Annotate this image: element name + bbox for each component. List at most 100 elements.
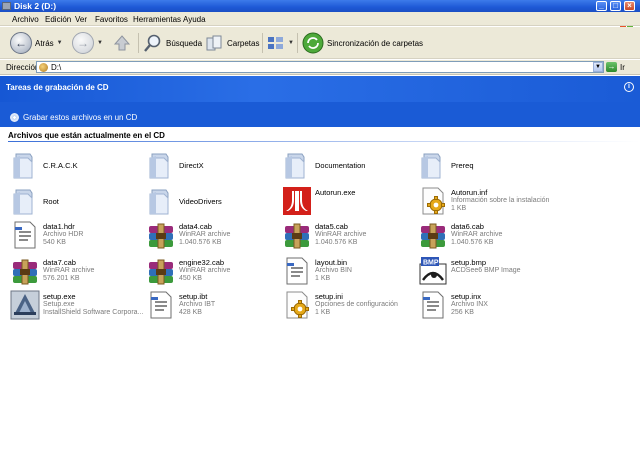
folder-item[interactable]: VideoDrivers [146, 186, 282, 218]
item-name: Prereq [451, 161, 474, 170]
item-type: Archivo INX [451, 301, 488, 308]
item-name: engine32.cab [179, 258, 225, 267]
views-button[interactable]: ▼ [267, 31, 294, 55]
file-item[interactable]: data4.cab WinRAR archive 1.040.576 KB [146, 220, 282, 252]
svg-text:BMP: BMP [423, 260, 439, 267]
sync-icon [302, 32, 324, 54]
file-item[interactable]: data1.hdr Archivo HDR 540 KB [10, 220, 146, 252]
item-name: Documentation [315, 161, 366, 170]
item-name: data1.hdr [43, 222, 75, 231]
menu-favoritos[interactable]: Favoritos [95, 15, 128, 24]
item-detail: 428 KB [179, 309, 202, 316]
folder-sync-button[interactable]: Sincronización de carpetas [302, 31, 423, 55]
back-button[interactable]: ← Atrás ▼ [10, 31, 63, 55]
file-item[interactable]: setup.exe Setup.exe InstallShield Software… [10, 290, 146, 322]
file-item[interactable]: setup.ibt Archivo IBT 428 KB [146, 290, 282, 322]
file-item[interactable]: BMP setup.bmp ACDSee6 BMP Image [418, 256, 554, 288]
folder-item[interactable]: C.R.A.C.K [10, 150, 146, 182]
winrar-icon [10, 256, 40, 286]
address-input[interactable]: D:\ [36, 61, 604, 73]
folder-item[interactable]: Root [10, 186, 146, 218]
item-type: Archivo BIN [315, 267, 352, 274]
close-button[interactable]: × [624, 1, 635, 11]
item-type: WinRAR archive [43, 267, 95, 274]
menu-herramientas[interactable]: Herramientas [133, 15, 181, 24]
item-name: Root [43, 197, 59, 206]
file-item[interactable]: data6.cab WinRAR archive 1.040.576 KB [418, 220, 554, 252]
folder-item[interactable]: Documentation [282, 150, 418, 182]
folders-icon [206, 35, 222, 51]
item-detail: 1 KB [451, 205, 467, 212]
search-label: Búsqueda [166, 38, 203, 48]
menu-ayuda[interactable]: Ayuda [183, 15, 206, 24]
ibt-file-icon [146, 290, 176, 320]
item-detail: 1.040.576 KB [315, 239, 358, 246]
bmp-image-icon: BMP [418, 256, 448, 286]
address-dropdown-button[interactable]: ▼ [593, 62, 603, 72]
toolbar: ← Atrás ▼ → ▼ Búsqueda Carpetas ▼ Sincro… [0, 27, 640, 59]
item-detail: 540 KB [43, 239, 66, 246]
folder-icon [10, 186, 40, 216]
bin-file-icon [282, 256, 312, 286]
file-item[interactable]: data7.cab WinRAR archive 576.201 KB [10, 256, 146, 288]
back-arrow-icon: ← [10, 32, 32, 54]
item-detail: 1 KB [315, 309, 331, 316]
drive-icon [2, 2, 11, 10]
menu-edicion[interactable]: Edición [45, 15, 71, 24]
folder-icon [146, 150, 176, 180]
item-name: setup.ini [315, 292, 343, 301]
file-item[interactable]: Autorun.exe [282, 186, 418, 218]
menu-ver[interactable]: Ver [75, 15, 87, 24]
chevron-down-icon[interactable]: ▼ [57, 40, 63, 46]
title-bar[interactable]: Disk 2 (D:) _ □ × [0, 0, 640, 12]
files-section-title: Archivos que están actualmente en el CD [8, 131, 165, 140]
minimize-button[interactable]: _ [596, 1, 607, 11]
config-file-icon [418, 186, 448, 216]
forward-arrow-icon: → [72, 32, 94, 54]
file-item[interactable]: data5.cab WinRAR archive 1.040.576 KB [282, 220, 418, 252]
burn-cd-label: Grabar estos archivos en un CD [23, 113, 138, 122]
item-name: data7.cab [43, 258, 76, 267]
cd-tasks-header: Tareas de grabación de CD i [0, 76, 640, 102]
go-arrow-icon[interactable]: → [606, 62, 617, 72]
item-name: DirectX [179, 161, 204, 170]
item-type: WinRAR archive [179, 267, 231, 274]
file-item[interactable]: setup.inx Archivo INX 256 KB [418, 290, 554, 322]
maximize-button[interactable]: □ [610, 1, 621, 11]
item-type: Archivo IBT [179, 301, 216, 308]
address-value: D:\ [51, 63, 62, 72]
chevron-down-icon[interactable]: ▼ [97, 40, 103, 46]
item-name: data5.cab [315, 222, 348, 231]
chevron-down-icon[interactable]: ▼ [288, 40, 294, 46]
item-name: layout.bin [315, 258, 348, 267]
file-item[interactable]: engine32.cab WinRAR archive 450 KB [146, 256, 282, 288]
winrar-icon [146, 220, 176, 250]
folder-item[interactable]: DirectX [146, 150, 282, 182]
item-type: Información sobre la instalación [451, 197, 550, 204]
forward-button[interactable]: → ▼ [72, 31, 103, 55]
item-detail: 1 KB [315, 275, 331, 282]
info-icon[interactable]: i [624, 82, 634, 92]
folder-up-icon [113, 35, 131, 51]
file-item[interactable]: Autorun.inf Información sobre la instalac… [418, 186, 554, 218]
settings-file-icon [282, 290, 312, 320]
burn-cd-task[interactable]: Grabar estos archivos en un CD [10, 113, 137, 122]
folder-item[interactable]: Prereq [418, 150, 554, 182]
winrar-icon [418, 220, 448, 250]
go-button[interactable]: Ir [620, 63, 625, 72]
hdr-file-icon [10, 220, 40, 250]
folder-icon [282, 150, 312, 180]
menu-archivo[interactable]: Archivo [12, 15, 39, 24]
file-item[interactable]: layout.bin Archivo BIN 1 KB [282, 256, 418, 288]
views-icon [268, 37, 283, 49]
address-bar: Dirección D:\ ▼ → Ir [0, 60, 640, 75]
up-button[interactable] [112, 31, 132, 55]
item-name: C.R.A.C.K [43, 161, 78, 170]
folder-icon [146, 186, 176, 216]
file-item[interactable]: setup.ini Opciones de configuración 1 KB [282, 290, 418, 322]
folders-button[interactable]: Carpetas [204, 31, 259, 55]
search-button[interactable]: Búsqueda [143, 31, 202, 55]
item-type: Opciones de configuración [315, 301, 398, 308]
item-name: setup.inx [451, 292, 482, 301]
item-type: ACDSee6 BMP Image [451, 267, 521, 274]
